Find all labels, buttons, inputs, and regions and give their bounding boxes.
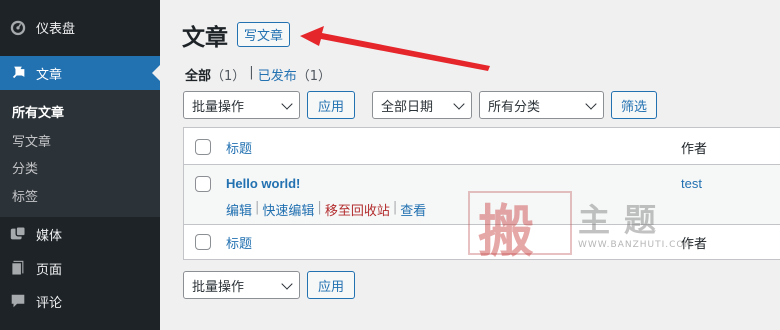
table-header-row: 标题 作者	[184, 128, 780, 165]
filter-separator: |	[249, 65, 254, 80]
filter-all-link[interactable]: 全部（1）	[185, 65, 245, 84]
column-title-footer[interactable]: 标题	[226, 233, 252, 252]
chevron-down-icon	[453, 98, 465, 110]
dashboard-icon	[0, 18, 36, 36]
action-separator: |	[392, 200, 398, 215]
trash-link[interactable]: 移至回收站	[325, 200, 390, 219]
action-separator: |	[255, 200, 260, 215]
sidebar-item-label: 文章	[36, 67, 63, 83]
column-author-header: 作者	[681, 142, 708, 157]
bulk-actions-select-bottom[interactable]: 批量操作	[183, 271, 300, 299]
posts-table: 标题 作者 Hello world! test 编辑 | 快速编辑 | 移至回收…	[183, 127, 780, 260]
page-icon	[0, 259, 36, 277]
view-link[interactable]: 查看	[400, 200, 426, 219]
add-new-post-button[interactable]: 写文章	[237, 22, 291, 47]
sidebar-item-label: 页面	[36, 262, 63, 278]
media-icon	[0, 225, 36, 243]
select-all-checkbox-footer[interactable]	[195, 234, 211, 250]
sidebar-item-comments[interactable]: 评论	[0, 284, 160, 318]
column-author-footer: 作者	[681, 237, 708, 252]
posts-submenu: 所有文章 写文章 分类 标签	[0, 90, 160, 217]
sidebar-item-dashboard[interactable]: 仪表盘	[0, 10, 160, 44]
filter-published-link[interactable]: 已发布（1）	[258, 65, 331, 84]
apply-button-bottom[interactable]: 应用	[307, 271, 355, 299]
row-checkbox[interactable]	[195, 176, 211, 192]
chevron-down-icon	[585, 98, 597, 110]
pin-icon	[0, 64, 36, 82]
apply-button[interactable]: 应用	[307, 91, 355, 119]
admin-sidebar: 仪表盘 文章 所有文章 写文章 分类 标签 媒体 页面 评论	[0, 0, 160, 330]
table-row: Hello world! test 编辑 | 快速编辑 | 移至回收站 | 查看	[184, 165, 780, 225]
page-title: 文章	[182, 25, 228, 51]
bulk-actions-value: 批量操作	[192, 99, 245, 115]
sidebar-item-media[interactable]: 媒体	[0, 217, 160, 251]
select-all-checkbox[interactable]	[195, 139, 211, 155]
main-content: 文章 写文章 全部（1） | 已发布（1） 批量操作 应用 全部日期 所有分类 …	[160, 0, 780, 330]
date-filter-select[interactable]: 全部日期	[372, 91, 472, 119]
comment-icon	[0, 292, 36, 310]
chevron-down-icon	[281, 278, 293, 290]
bulk-actions-value: 批量操作	[192, 279, 245, 295]
table-footer-row: 标题 作者	[184, 225, 780, 260]
sidebar-item-label: 评论	[36, 295, 63, 311]
filter-button[interactable]: 筛选	[611, 91, 657, 119]
date-filter-value: 全部日期	[381, 99, 434, 115]
post-author-link[interactable]: test	[681, 176, 702, 191]
submenu-add-new[interactable]: 写文章	[12, 131, 51, 150]
bulk-actions-select[interactable]: 批量操作	[183, 91, 300, 119]
action-separator: |	[317, 200, 322, 215]
status-filter-links: 全部（1） | 已发布（1）	[185, 65, 331, 84]
edit-link[interactable]: 编辑	[226, 200, 252, 219]
chevron-down-icon	[281, 98, 293, 110]
sidebar-item-label: 仪表盘	[36, 21, 76, 37]
submenu-all-posts[interactable]: 所有文章	[12, 102, 64, 121]
submenu-categories[interactable]: 分类	[12, 158, 38, 177]
submenu-tags[interactable]: 标签	[12, 186, 38, 205]
sidebar-item-label: 媒体	[36, 228, 63, 244]
category-filter-value: 所有分类	[488, 99, 541, 115]
quick-edit-link[interactable]: 快速编辑	[262, 200, 314, 219]
post-title-link[interactable]: Hello world!	[226, 176, 300, 191]
column-title-header[interactable]: 标题	[226, 138, 252, 157]
sidebar-item-pages[interactable]: 页面	[0, 251, 160, 285]
sidebar-item-posts[interactable]: 文章	[0, 56, 160, 90]
category-filter-select[interactable]: 所有分类	[479, 91, 604, 119]
row-actions: 编辑 | 快速编辑 | 移至回收站 | 查看	[226, 200, 426, 219]
